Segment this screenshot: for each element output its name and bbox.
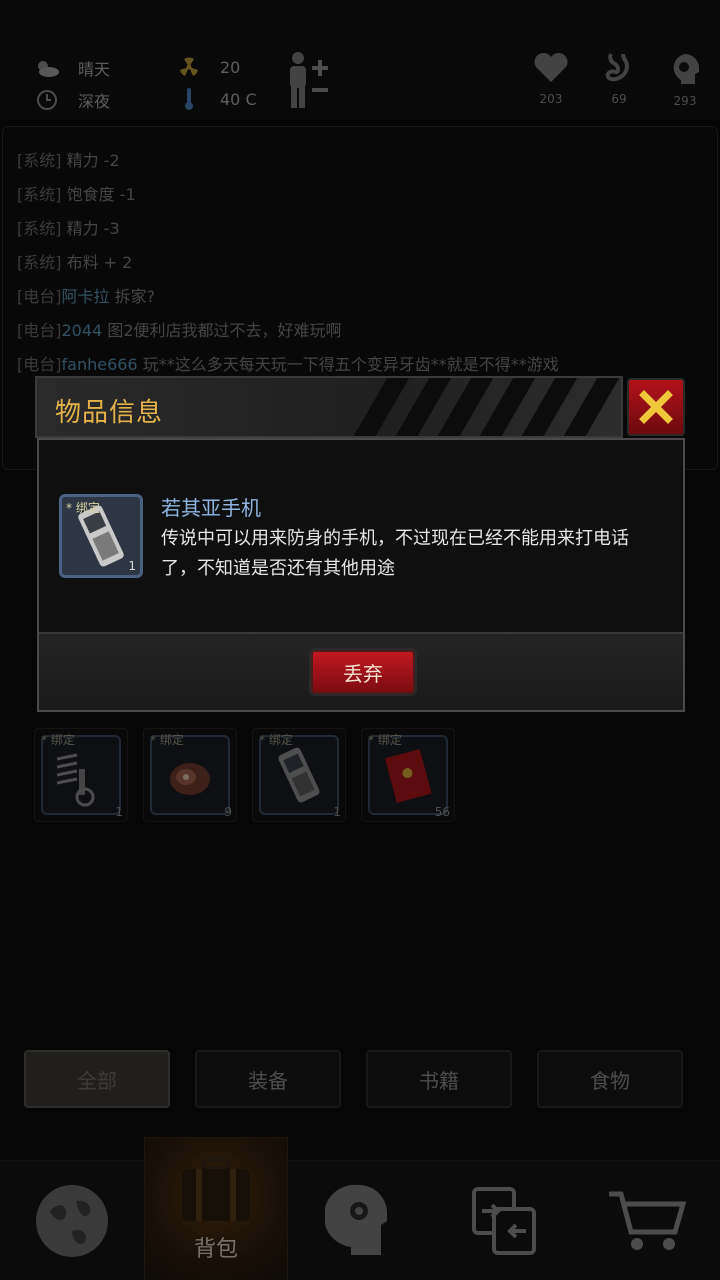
item-slot: * 绑定 1 <box>59 494 143 578</box>
dialog-footer: 丢弃 <box>39 632 683 710</box>
item-info-dialog: 物品信息 * 绑定 1 若其亚手机 传说中可以用来防身的手机，不过现在已经不能用… <box>35 376 685 712</box>
bind-badge: * 绑定 <box>66 501 100 515</box>
item-name: 若其亚手机 <box>161 496 261 520</box>
dialog-body: * 绑定 1 若其亚手机 传说中可以用来防身的手机，不过现在已经不能用来打电话了… <box>37 438 685 712</box>
discard-button[interactable]: 丢弃 <box>311 650 415 694</box>
close-icon <box>639 390 673 424</box>
item-description: 传说中可以用来防身的手机，不过现在已经不能用来打电话了，不知道是否还有其他用途 <box>161 528 629 579</box>
close-button[interactable] <box>627 378 685 436</box>
item-quantity: 1 <box>128 559 136 573</box>
dialog-header: 物品信息 <box>35 376 623 438</box>
dialog-title: 物品信息 <box>55 398 164 428</box>
